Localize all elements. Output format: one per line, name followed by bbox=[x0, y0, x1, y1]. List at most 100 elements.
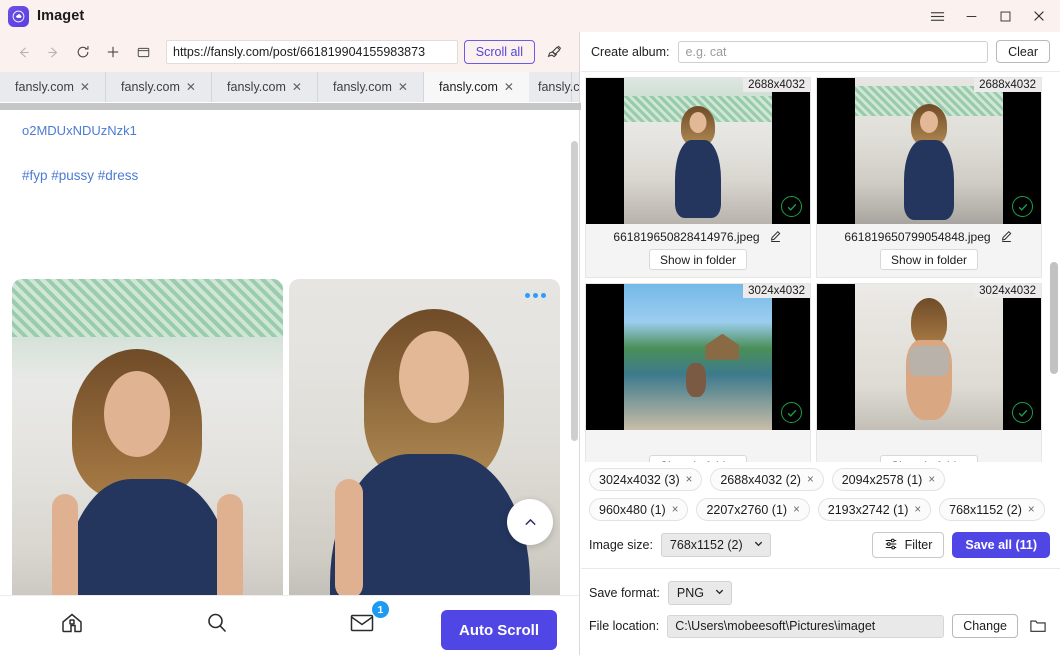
chip-remove-icon[interactable]: × bbox=[672, 504, 679, 516]
save-format-row: Save format: PNG bbox=[581, 569, 1060, 605]
check-circle-icon[interactable] bbox=[1012, 196, 1033, 217]
tab-close-icon[interactable]: ✕ bbox=[504, 81, 514, 93]
imaget-app-window: Imaget https://fansly.com/post/661819904… bbox=[0, 0, 1060, 655]
tab-close-icon[interactable]: ✕ bbox=[292, 81, 302, 93]
hamburger-menu-icon[interactable] bbox=[920, 0, 954, 32]
size-chip[interactable]: 768x1152 (2) × bbox=[939, 498, 1045, 521]
auto-scroll-button[interactable]: Auto Scroll bbox=[440, 610, 557, 650]
scroll-all-button[interactable]: Scroll all bbox=[463, 40, 535, 64]
chevron-down-icon bbox=[753, 538, 764, 552]
results-grid: 2688x4032 661819650828414976.jpeg Show i… bbox=[581, 72, 1060, 462]
minimize-icon[interactable] bbox=[954, 0, 988, 32]
filename-row bbox=[817, 430, 1041, 455]
filename-row: 661819650828414976.jpeg bbox=[586, 224, 810, 249]
tab-close-icon[interactable]: ✕ bbox=[80, 81, 90, 93]
page-scrollbar[interactable] bbox=[571, 141, 578, 571]
show-in-folder-button[interactable]: Show in folder bbox=[879, 249, 979, 270]
forward-arrow-icon[interactable] bbox=[38, 37, 68, 67]
chip-remove-icon[interactable]: × bbox=[793, 504, 800, 516]
nav-home-button[interactable] bbox=[0, 610, 145, 641]
thumbnail[interactable]: 3024x4032 bbox=[817, 284, 1041, 430]
check-circle-icon[interactable] bbox=[781, 196, 802, 217]
nav-search-button[interactable] bbox=[145, 610, 290, 641]
check-circle-icon[interactable] bbox=[1012, 402, 1033, 423]
broom-clean-icon[interactable] bbox=[539, 37, 571, 67]
size-chip[interactable]: 2688x4032 (2) × bbox=[710, 468, 824, 491]
page-scrollbar-thumb[interactable] bbox=[571, 141, 578, 441]
result-card[interactable]: 2688x4032 661819650799054848.jpeg Show i… bbox=[816, 77, 1042, 278]
folder-open-icon[interactable] bbox=[1026, 614, 1050, 638]
save-format-select[interactable]: PNG bbox=[667, 581, 732, 605]
address-bar[interactable]: https://fansly.com/post/6618199041559838… bbox=[166, 40, 458, 64]
result-card[interactable]: 3024x4032 Show in folder bbox=[816, 283, 1042, 462]
size-chip[interactable]: 2193x2742 (1) × bbox=[817, 498, 932, 521]
image-size-select[interactable]: 768x1152 (2) bbox=[660, 533, 771, 557]
results-scrollbar[interactable] bbox=[1050, 117, 1058, 442]
tab-close-icon[interactable]: ✕ bbox=[186, 81, 196, 93]
thumbnail[interactable]: 2688x4032 bbox=[817, 78, 1041, 224]
thumbnail[interactable]: 2688x4032 bbox=[586, 78, 810, 224]
browser-tab-5-active[interactable]: fansly.com ✕ bbox=[424, 72, 530, 102]
show-in-folder-button[interactable]: Show in folder bbox=[648, 455, 748, 462]
size-chip-label: 3024x4032 (3) bbox=[599, 472, 680, 487]
size-chip[interactable]: 960x480 (1) × bbox=[589, 498, 689, 521]
clear-button[interactable]: Clear bbox=[996, 40, 1050, 63]
post-hashtags[interactable]: #fyp #pussy #dress bbox=[0, 138, 579, 183]
post-handle[interactable]: o2MDUxNDUzNzk1 bbox=[0, 111, 579, 138]
close-icon[interactable] bbox=[1022, 0, 1056, 32]
chip-remove-icon[interactable]: × bbox=[807, 474, 814, 486]
pencil-edit-icon[interactable] bbox=[1000, 230, 1014, 244]
size-chip[interactable]: 2207x2760 (1) × bbox=[696, 498, 810, 521]
chip-remove-icon[interactable]: × bbox=[914, 504, 921, 516]
save-format-selected-value: PNG bbox=[676, 586, 704, 600]
more-options-icon[interactable] bbox=[525, 293, 546, 298]
chip-remove-icon[interactable]: × bbox=[686, 474, 693, 486]
size-chip[interactable]: 2094x2578 (1) × bbox=[831, 468, 946, 491]
maximize-icon[interactable] bbox=[988, 0, 1022, 32]
search-icon bbox=[204, 610, 230, 641]
result-card[interactable]: 3024x4032 Show in folder bbox=[585, 283, 811, 462]
imaget-download-panel: Create album: Clear 2688x4032 bbox=[581, 32, 1060, 655]
show-in-folder-button[interactable]: Show in folder bbox=[879, 455, 979, 462]
show-in-folder-button[interactable]: Show in folder bbox=[648, 249, 748, 270]
size-chip-label: 2094x2578 (1) bbox=[841, 472, 923, 487]
size-and-actions-row: Image size: 768x1152 (2) Filter Save all… bbox=[581, 523, 1060, 569]
app-branding: Imaget bbox=[0, 5, 84, 27]
size-chip-label: 2688x4032 (2) bbox=[720, 472, 801, 487]
browser-tab-4[interactable]: fansly.com ✕ bbox=[318, 72, 424, 102]
thumbnail[interactable]: 3024x4032 bbox=[586, 284, 810, 430]
scroll-to-top-button[interactable] bbox=[507, 499, 553, 545]
image-size-badge: 2688x4032 bbox=[974, 78, 1041, 92]
browser-tab-6[interactable]: fansly.c bbox=[530, 72, 579, 102]
check-circle-icon[interactable] bbox=[781, 402, 802, 423]
tab-close-icon[interactable]: ✕ bbox=[398, 81, 408, 93]
save-all-button[interactable]: Save all (11) bbox=[952, 532, 1050, 558]
window-controls bbox=[920, 0, 1056, 32]
nav-messages-button[interactable]: 1 bbox=[290, 601, 435, 639]
browser-tab-2[interactable]: fansly.com ✕ bbox=[106, 72, 212, 102]
image-size-badge: 2688x4032 bbox=[743, 78, 810, 92]
chip-remove-icon[interactable]: × bbox=[1028, 504, 1035, 516]
save-format-label: Save format: bbox=[589, 586, 660, 600]
tab-label: fansly.com bbox=[333, 80, 392, 94]
reload-icon[interactable] bbox=[68, 37, 98, 67]
home-icon bbox=[59, 610, 85, 641]
chip-remove-icon[interactable]: × bbox=[928, 474, 935, 486]
create-album-input[interactable] bbox=[677, 40, 989, 63]
thumbnail-image bbox=[855, 284, 1003, 430]
back-arrow-icon[interactable] bbox=[8, 37, 38, 67]
results-scrollbar-thumb[interactable] bbox=[1050, 262, 1058, 374]
browser-window-icon[interactable] bbox=[128, 37, 158, 67]
tab-strip-scrollbar[interactable] bbox=[0, 102, 898, 111]
size-chip[interactable]: 3024x4032 (3) × bbox=[589, 468, 703, 491]
browser-tab-1[interactable]: fansly.com ✕ bbox=[0, 72, 106, 102]
file-location-input[interactable] bbox=[667, 614, 945, 638]
browser-tab-3[interactable]: fansly.com ✕ bbox=[212, 72, 318, 102]
plus-icon[interactable] bbox=[98, 37, 128, 67]
change-location-button[interactable]: Change bbox=[952, 614, 1018, 638]
result-card[interactable]: 2688x4032 661819650828414976.jpeg Show i… bbox=[585, 77, 811, 278]
size-chip-label: 2207x2760 (1) bbox=[706, 502, 788, 517]
create-album-row: Create album: Clear bbox=[581, 32, 1060, 72]
pencil-edit-icon[interactable] bbox=[769, 230, 783, 244]
filter-button[interactable]: Filter bbox=[871, 532, 945, 558]
